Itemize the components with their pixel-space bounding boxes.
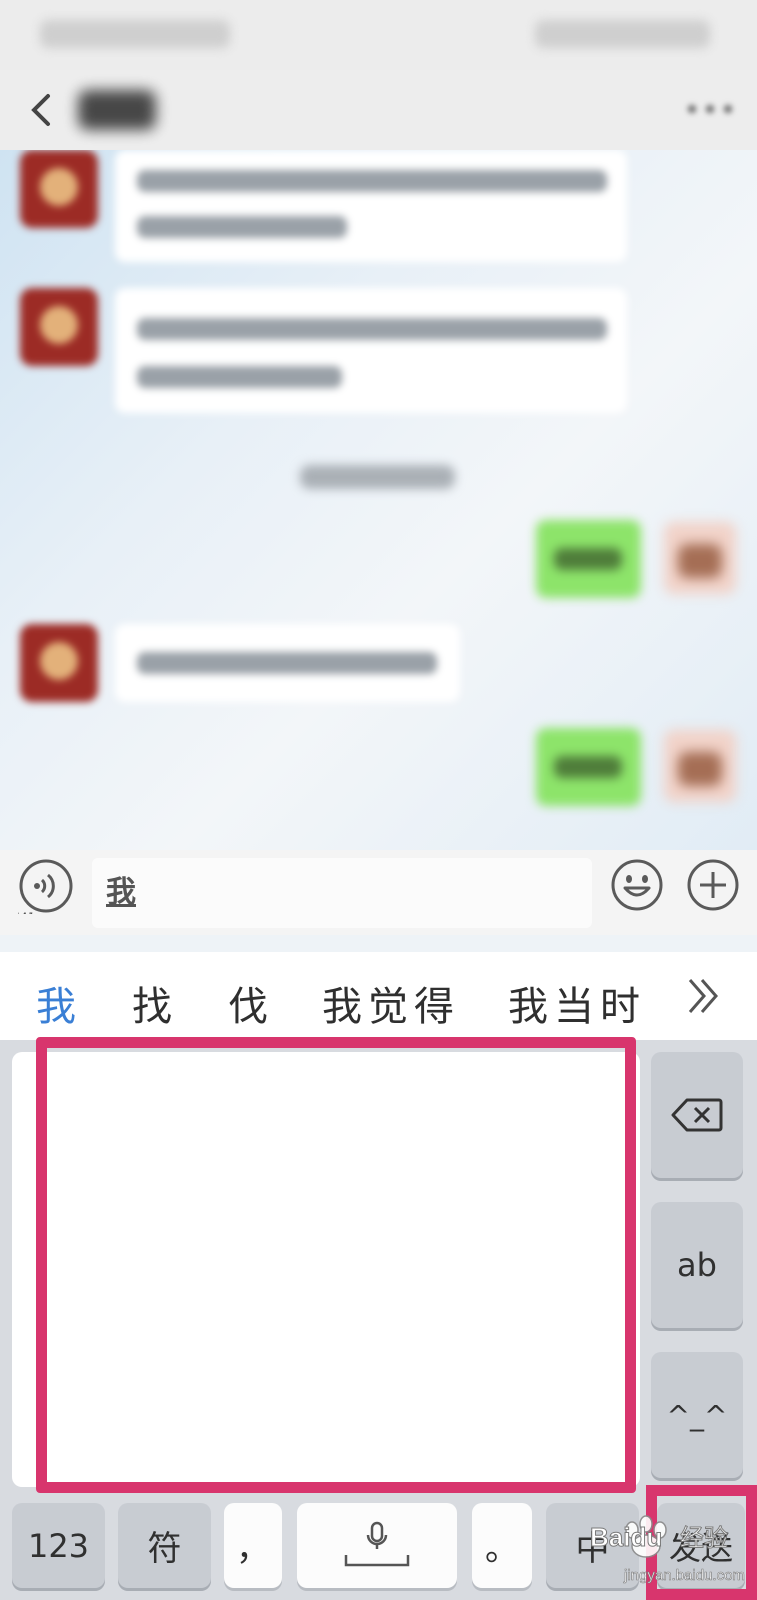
numbers-key[interactable]: 123: [12, 1503, 105, 1588]
symbols-key[interactable]: 符: [118, 1503, 211, 1588]
message-bubble[interactable]: [115, 624, 460, 702]
candidate-item[interactable]: 我: [36, 974, 82, 1032]
contact-avatar[interactable]: [20, 624, 98, 702]
more-icon[interactable]: [685, 102, 735, 116]
backspace-icon: [671, 1098, 723, 1132]
chat-title-bar: [0, 70, 757, 150]
contact-avatar[interactable]: [20, 150, 98, 228]
period-key[interactable]: 。: [472, 1503, 532, 1588]
contact-avatar[interactable]: [20, 288, 98, 366]
message-input-bar: w 我: [0, 850, 757, 935]
my-message-bubble[interactable]: [536, 728, 641, 806]
my-message-bubble[interactable]: [536, 520, 641, 598]
chat-message-list[interactable]: [0, 150, 757, 850]
emoticon-key[interactable]: ^_^: [651, 1352, 743, 1478]
language-key[interactable]: 中: [546, 1503, 639, 1588]
mic-icon: [344, 1521, 410, 1566]
candidate-item[interactable]: 找: [132, 974, 178, 1032]
space-key[interactable]: [297, 1503, 457, 1588]
chevron-left-icon[interactable]: [22, 88, 62, 132]
ab-key[interactable]: ab: [651, 1202, 743, 1328]
my-avatar[interactable]: [664, 730, 736, 802]
status-left-blur: [40, 20, 230, 48]
svg-text:w: w: [18, 905, 33, 914]
status-bar: [0, 0, 757, 70]
handwriting-keyboard: ab ^_^ 123 符 ， 。 中 发送 Baidu 经验 jingyan.b…: [0, 1037, 757, 1600]
chat-title-blurred: [78, 90, 156, 130]
message-bubble[interactable]: [115, 150, 627, 262]
double-chevron-right-icon[interactable]: [684, 974, 724, 1018]
status-right-blur: [535, 20, 710, 48]
message-bubble[interactable]: [115, 288, 627, 413]
timestamp-blurred: [300, 465, 455, 489]
my-avatar[interactable]: [664, 522, 736, 594]
plus-icon[interactable]: [686, 858, 740, 912]
candidate-bar: 我 找 伐 我觉得 我当时: [0, 952, 757, 1040]
candidate-item[interactable]: 伐: [228, 974, 274, 1032]
voice-icon[interactable]: w: [18, 858, 74, 914]
candidate-item[interactable]: 我当时: [508, 974, 646, 1032]
handwriting-pad[interactable]: [12, 1052, 640, 1487]
backspace-key[interactable]: [651, 1052, 743, 1178]
candidate-item[interactable]: 我觉得: [322, 974, 460, 1032]
emoji-icon[interactable]: [610, 858, 664, 912]
comma-key[interactable]: ，: [224, 1503, 282, 1588]
send-key[interactable]: 发送: [657, 1503, 745, 1588]
message-input[interactable]: 我: [92, 858, 592, 928]
